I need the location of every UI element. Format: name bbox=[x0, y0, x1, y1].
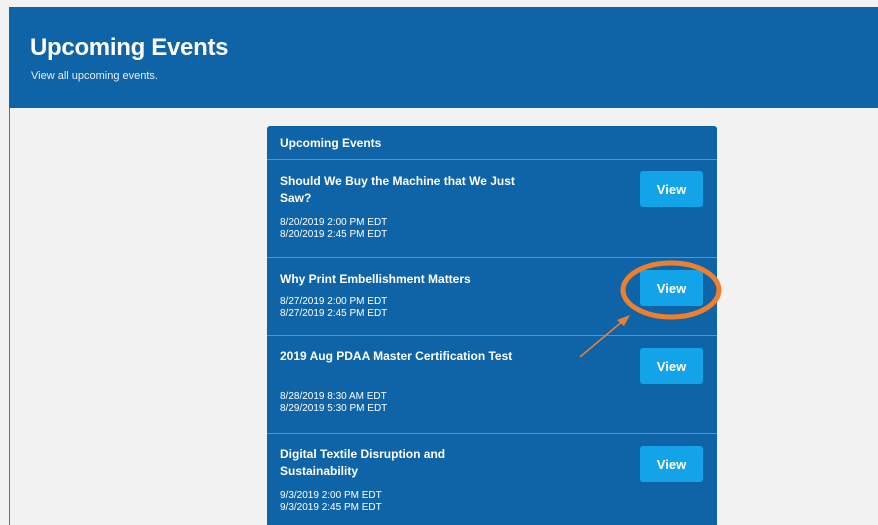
event-item: 2019 Aug PDAA Master Certification Test … bbox=[267, 336, 717, 434]
event-item: Should We Buy the Machine that We Just S… bbox=[267, 160, 717, 258]
events-panel: Upcoming Events Should We Buy the Machin… bbox=[267, 126, 717, 525]
event-title: Should We Buy the Machine that We Just S… bbox=[280, 174, 515, 205]
page-subtitle: View all upcoming events. bbox=[31, 70, 158, 82]
event-title: 2019 Aug PDAA Master Certification Test bbox=[280, 349, 513, 363]
event-end-date: 8/27/2019 2:45 PM EDT bbox=[280, 308, 388, 319]
event-start-date: 8/28/2019 8:30 AM EDT bbox=[280, 391, 387, 402]
view-event-button[interactable]: View bbox=[640, 171, 703, 207]
event-end-date: 9/3/2019 2:45 PM EDT bbox=[280, 502, 382, 513]
page-header: Upcoming Events View all upcoming events… bbox=[9, 7, 878, 108]
event-end-date: 8/20/2019 2:45 PM EDT bbox=[280, 229, 388, 240]
page-title: Upcoming Events bbox=[30, 34, 229, 61]
event-item: Digital Textile Disruption and Sustainab… bbox=[267, 434, 717, 525]
view-event-button[interactable]: View bbox=[640, 270, 703, 306]
event-title: Digital Textile Disruption and Sustainab… bbox=[280, 447, 446, 478]
event-end-date: 8/29/2019 5:30 PM EDT bbox=[280, 403, 388, 414]
view-event-button[interactable]: View bbox=[640, 446, 703, 482]
event-start-date: 8/27/2019 2:00 PM EDT bbox=[280, 296, 388, 307]
event-item: Why Print Embellishment Matters 8/27/201… bbox=[267, 258, 717, 336]
events-panel-heading: Upcoming Events bbox=[267, 126, 717, 160]
view-event-button[interactable]: View bbox=[640, 348, 703, 384]
event-title: Why Print Embellishment Matters bbox=[280, 272, 471, 286]
event-start-date: 9/3/2019 2:00 PM EDT bbox=[280, 490, 382, 501]
event-start-date: 8/20/2019 2:00 PM EDT bbox=[280, 217, 388, 228]
